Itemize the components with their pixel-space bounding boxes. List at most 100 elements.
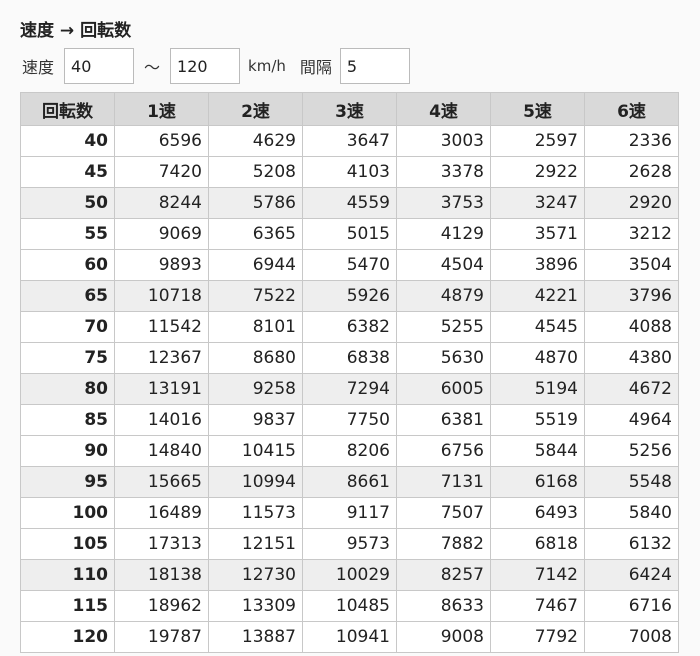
column-header-rpm: 回転数 xyxy=(20,92,115,126)
row-speed-cell: 45 xyxy=(20,156,115,188)
rpm-value-cell: 7294 xyxy=(302,373,397,405)
rpm-value-cell: 8661 xyxy=(302,466,397,498)
rpm-value-cell: 5844 xyxy=(490,435,585,467)
rpm-value-cell: 6381 xyxy=(396,404,491,436)
row-speed-cell: 40 xyxy=(20,125,115,157)
table-row: 40 6596 4629 3647 3003 2597 2336 xyxy=(20,125,679,157)
rpm-value-cell: 4870 xyxy=(490,342,585,374)
range-tilde: ～ xyxy=(144,58,161,77)
rpm-value-cell: 6818 xyxy=(490,528,585,560)
row-speed-cell: 50 xyxy=(20,187,115,219)
rpm-value-cell: 2922 xyxy=(490,156,585,188)
column-header-gear-2: 2速 xyxy=(208,92,303,126)
table-row: 70 11542 8101 6382 5255 4545 4088 xyxy=(20,311,679,343)
rpm-value-cell: 5840 xyxy=(584,497,679,529)
page-title: 速度 → 回転数 xyxy=(20,21,132,41)
rpm-value-cell: 9258 xyxy=(208,373,303,405)
table-row: 115 18962 13309 10485 8633 7467 6716 xyxy=(20,590,679,622)
rpm-value-cell: 6365 xyxy=(208,218,303,250)
rpm-value-cell: 10415 xyxy=(208,435,303,467)
rpm-value-cell: 10941 xyxy=(302,621,397,653)
rpm-value-cell: 13887 xyxy=(208,621,303,653)
rpm-value-cell: 4964 xyxy=(584,404,679,436)
rpm-value-cell: 6944 xyxy=(208,249,303,281)
rpm-value-cell: 8257 xyxy=(396,559,491,591)
table-row: 105 17313 12151 9573 7882 6818 6132 xyxy=(20,528,679,560)
rpm-value-cell: 9117 xyxy=(302,497,397,529)
rpm-value-cell: 3212 xyxy=(584,218,679,250)
rpm-value-cell: 5548 xyxy=(584,466,679,498)
rpm-value-cell: 3571 xyxy=(490,218,585,250)
rpm-value-cell: 11542 xyxy=(114,311,209,343)
rpm-value-cell: 9893 xyxy=(114,249,209,281)
rpm-value-cell: 5786 xyxy=(208,187,303,219)
table-row: 55 9069 6365 5015 4129 3571 3212 xyxy=(20,218,679,250)
table-row: 80 13191 9258 7294 6005 5194 4672 xyxy=(20,373,679,405)
rpm-value-cell: 5470 xyxy=(302,249,397,281)
rpm-value-cell: 18962 xyxy=(114,590,209,622)
rpm-value-cell: 4103 xyxy=(302,156,397,188)
rpm-value-cell: 6382 xyxy=(302,311,397,343)
rpm-value-cell: 4879 xyxy=(396,280,491,312)
rpm-value-cell: 12151 xyxy=(208,528,303,560)
rpm-value-cell: 9573 xyxy=(302,528,397,560)
row-speed-cell: 65 xyxy=(20,280,115,312)
rpm-value-cell: 6756 xyxy=(396,435,491,467)
interval-label: 間隔 xyxy=(299,58,332,77)
rpm-value-cell: 7142 xyxy=(490,559,585,591)
rpm-value-cell: 5194 xyxy=(490,373,585,405)
row-speed-cell: 100 xyxy=(20,497,115,529)
header-row: 回転数 1速 2速 3速 4速 5速 6速 xyxy=(20,92,679,126)
rpm-value-cell: 4504 xyxy=(396,249,491,281)
rpm-value-cell: 7792 xyxy=(490,621,585,653)
speed-to-input[interactable] xyxy=(170,48,241,84)
rpm-value-cell: 3647 xyxy=(302,125,397,157)
rpm-value-cell: 5256 xyxy=(584,435,679,467)
rpm-value-cell: 5926 xyxy=(302,280,397,312)
rpm-value-cell: 16489 xyxy=(114,497,209,529)
rpm-value-cell: 4380 xyxy=(584,342,679,374)
rpm-value-cell: 4672 xyxy=(584,373,679,405)
speed-controls: 速度 ～ km/h 間隔 xyxy=(22,48,410,84)
rpm-value-cell: 9008 xyxy=(396,621,491,653)
rpm-value-cell: 10029 xyxy=(302,559,397,591)
rpm-value-cell: 6424 xyxy=(584,559,679,591)
rpm-value-cell: 19787 xyxy=(114,621,209,653)
rpm-value-cell: 4129 xyxy=(396,218,491,250)
interval-input[interactable] xyxy=(339,48,410,84)
rpm-value-cell: 13309 xyxy=(208,590,303,622)
rpm-value-cell: 10994 xyxy=(208,466,303,498)
rpm-value-cell: 4629 xyxy=(208,125,303,157)
rpm-value-cell: 7467 xyxy=(490,590,585,622)
column-header-gear-4: 4速 xyxy=(396,92,491,126)
rpm-value-cell: 7420 xyxy=(114,156,209,188)
row-speed-cell: 95 xyxy=(20,466,115,498)
rpm-value-cell: 7008 xyxy=(584,621,679,653)
rpm-value-cell: 6596 xyxy=(114,125,209,157)
rpm-value-cell: 5208 xyxy=(208,156,303,188)
table-row: 90 14840 10415 8206 6756 5844 5256 xyxy=(20,435,679,467)
rpm-value-cell: 8101 xyxy=(208,311,303,343)
column-header-gear-6: 6速 xyxy=(584,92,679,126)
rpm-value-cell: 15665 xyxy=(114,466,209,498)
table-row: 85 14016 9837 7750 6381 5519 4964 xyxy=(20,404,679,436)
rpm-value-cell: 12367 xyxy=(114,342,209,374)
speed-label: 速度 xyxy=(22,58,55,77)
rpm-table-header: 回転数 1速 2速 3速 4速 5速 6速 xyxy=(20,92,679,126)
rpm-value-cell: 5519 xyxy=(490,404,585,436)
rpm-value-cell: 10718 xyxy=(114,280,209,312)
table-row: 50 8244 5786 4559 3753 3247 2920 xyxy=(20,187,679,219)
speed-from-input[interactable] xyxy=(64,48,135,84)
rpm-value-cell: 7522 xyxy=(208,280,303,312)
rpm-value-cell: 6493 xyxy=(490,497,585,529)
rpm-table-body: 40 6596 4629 3647 3003 2597 2336 45 7420 5208 4103… xyxy=(20,125,679,653)
rpm-value-cell: 12730 xyxy=(208,559,303,591)
column-header-gear-5: 5速 xyxy=(490,92,585,126)
rpm-table: 回転数 1速 2速 3速 4速 5速 6速 40 6596 4629 3647 3003 2597 23… xyxy=(20,92,679,653)
rpm-value-cell: 3504 xyxy=(584,249,679,281)
row-speed-cell: 115 xyxy=(20,590,115,622)
rpm-value-cell: 3378 xyxy=(396,156,491,188)
rpm-value-cell: 4545 xyxy=(490,311,585,343)
rpm-value-cell: 6716 xyxy=(584,590,679,622)
rpm-value-cell: 6838 xyxy=(302,342,397,374)
